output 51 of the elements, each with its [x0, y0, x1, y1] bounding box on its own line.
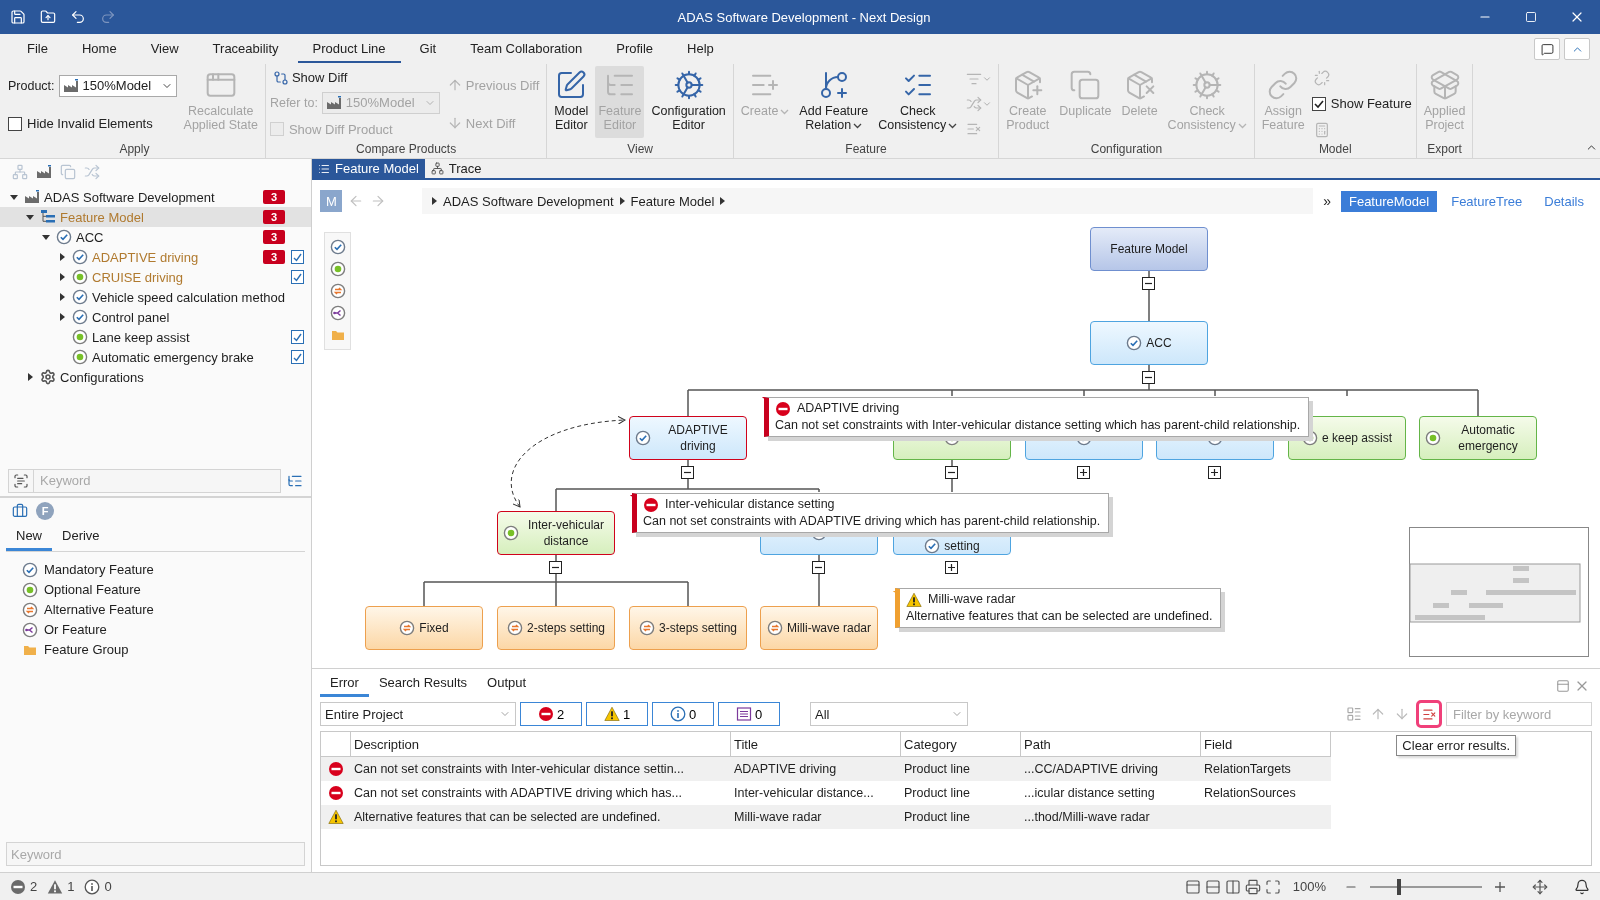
table-cell-text: Product line [903, 810, 971, 824]
window-title: ADAS Software Development - Next Design [676, 9, 932, 25]
table-cell-text: Can not set constraints with ADAPTIVE driving which has... [353, 786, 683, 800]
group-label: Compare Products [355, 142, 458, 158]
group-label: Feature [844, 142, 888, 158]
group-label: View [626, 142, 654, 158]
error-count-badge: 3 [263, 250, 285, 264]
node-label: setting [944, 538, 980, 554]
field-label: Product: [8, 78, 55, 93]
node-label: Fixed [419, 620, 449, 636]
table-cell-text: Inter-vehicular distance... [733, 786, 875, 800]
table-cell-text: Milli-wave radar [733, 810, 823, 824]
info-count: 0 [104, 879, 112, 894]
table-cell-text: Product line [903, 786, 971, 800]
error-count-badge: 3 [263, 190, 285, 204]
node-label: Inter-vehicular distance [527, 517, 605, 549]
group-label: Model [1317, 142, 1353, 158]
field-label: Refer to: [269, 96, 318, 110]
node-label: ACC [1146, 335, 1172, 351]
node-label: ADAPTIVE driving [667, 422, 729, 454]
table-cell-text: RelationTargets [1203, 762, 1292, 776]
group-label: Apply [118, 142, 151, 158]
tooltip-title: Inter-vehicular distance setting [665, 496, 835, 513]
table-cell-text: ADAPTIVE driving [733, 762, 838, 776]
tooltip-message: Alternative features that can be selected are undefined. [906, 608, 1213, 625]
group-label: Configuration [1089, 142, 1164, 158]
dropdown-value: Entire Project [325, 706, 404, 722]
error-count-badge: 3 [263, 210, 285, 224]
warning-count: 1 [67, 879, 75, 894]
table-cell-text: Can not set constraints with Inter-vehicular distance settin... [353, 762, 686, 776]
node-label: Feature Model [1110, 241, 1188, 257]
table-cell-text: RelationSources [1203, 786, 1297, 800]
node-label: e keep assist [1321, 430, 1392, 446]
node-label: Milli-wave radar [787, 620, 871, 636]
tooltip-title: Milli-wave radar [928, 591, 1016, 608]
table-cell-text: ...CC/ADAPTIVE driving [1023, 762, 1160, 776]
group-label: Export [1426, 142, 1463, 158]
table-cell-text: ...icular distance setting [1023, 786, 1156, 800]
zoom-level: 100% [1292, 879, 1326, 894]
node-label: 2-steps setting [526, 620, 605, 636]
table-cell-text: ...thod/Milli-wave radar [1023, 810, 1151, 824]
tooltip-message: Can not set constraints with ADAPTIVE driving which has parent-child relationship. [643, 513, 1101, 530]
node-label: 3-steps setting [658, 620, 737, 636]
dropdown-value: All [815, 706, 830, 722]
table-cell-text: Product line [903, 762, 971, 776]
error-count-badge: 3 [263, 230, 285, 244]
tooltip-title: ADAPTIVE driving [797, 400, 900, 417]
tooltip: Clear error results. [1396, 735, 1516, 756]
error-count: 2 [30, 879, 38, 894]
table-cell-text: Alternative features that can be selected are undefined. [353, 810, 662, 824]
node-label: Automatic emergency [1457, 422, 1519, 454]
